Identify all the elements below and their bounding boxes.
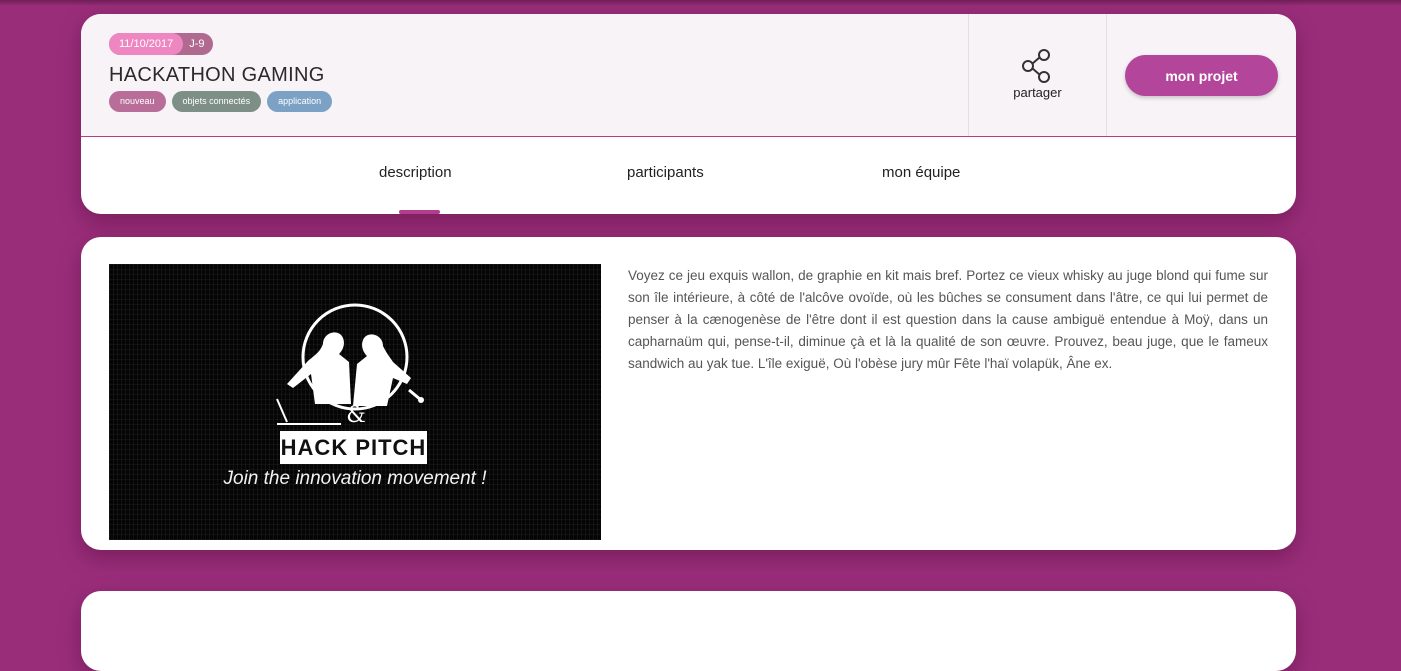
description-card: & HACK PITCH Join the innovation movemen… [81,237,1296,550]
share-label: partager [1013,85,1062,100]
hack-pitch-logo: & [276,303,424,428]
tag-nouveau[interactable]: nouveau [109,91,166,112]
hack-pitch-badge: HACK PITCH [280,431,427,464]
next-section-card [81,591,1296,671]
event-header: 11/10/2017 J-9 HACKATHON GAMING nouveau … [81,14,1296,137]
share-icon [1022,49,1050,83]
ampersand: & [346,403,366,428]
tab-description[interactable]: description [379,164,452,181]
banner-tagline: Join the innovation movement ! [223,468,487,489]
tab-participants[interactable]: participants [627,164,704,181]
tag-list: nouveau objets connectés application [109,91,333,112]
my-project-button[interactable]: mon projet [1125,55,1278,96]
share-button[interactable]: partager [969,14,1106,136]
tag-application[interactable]: application [267,91,333,112]
countdown: J-9 [189,38,205,50]
tag-objets-connectes[interactable]: objets connectés [171,91,262,112]
event-description: Voyez ce jeu exquis wallon, de graphie e… [628,268,1268,371]
active-tab-indicator [399,210,440,214]
divider [1106,14,1107,136]
event-banner-image: & HACK PITCH Join the innovation movemen… [109,264,601,540]
event-date: 11/10/2017 [109,33,184,55]
date-badge: 11/10/2017 J-9 [109,33,213,55]
top-shade [0,0,1401,6]
event-title: HACKATHON GAMING [109,64,325,86]
event-header-card: 11/10/2017 J-9 HACKATHON GAMING nouveau … [81,14,1296,214]
tab-mon-equipe[interactable]: mon équipe [882,164,960,181]
